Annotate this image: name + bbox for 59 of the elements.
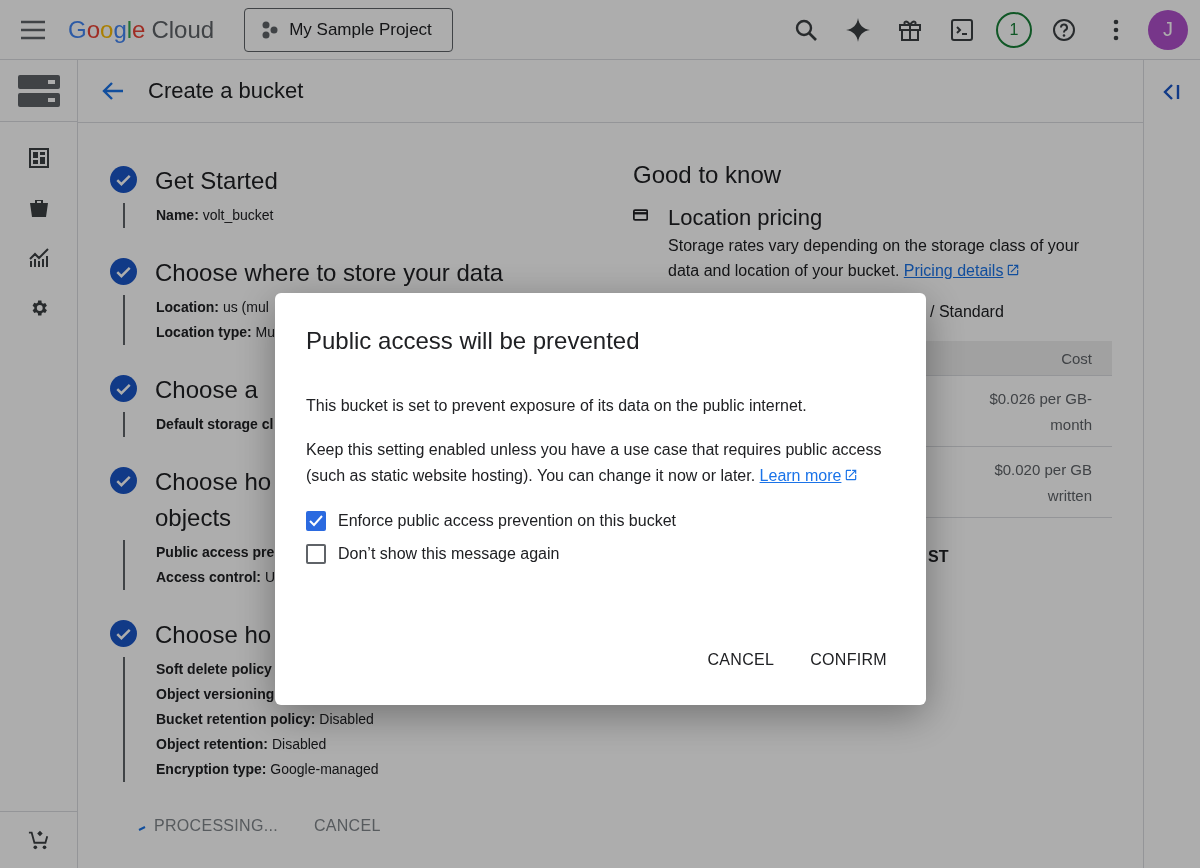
project-selector[interactable]: My Sample Project — [244, 7, 453, 52]
step-title: Choose ho — [155, 467, 272, 497]
check-circle-icon — [110, 258, 137, 285]
step-title: Choose ho — [155, 620, 272, 650]
step-detail: Location: us (mul — [156, 298, 269, 317]
menu-icon[interactable] — [20, 19, 46, 40]
table-cell-text: $0.020 per GB written — [993, 460, 1092, 506]
notification-badge[interactable]: 1 — [996, 11, 1032, 48]
checkbox-label: Enforce public access prevention on this bucket — [338, 512, 676, 530]
step-detail: Object retention: Disabled — [156, 735, 327, 754]
check-circle-icon — [110, 166, 137, 193]
checkbox[interactable] — [306, 544, 326, 564]
step-detail: Soft delete policy — [156, 660, 272, 679]
check-circle-icon — [110, 375, 137, 402]
cancel-button[interactable]: CANCEL — [699, 641, 783, 679]
total-label: ST — [927, 548, 950, 566]
step-title: objects — [155, 503, 232, 533]
user-avatar[interactable]: J — [1148, 9, 1188, 50]
cart-icon[interactable] — [27, 829, 50, 851]
column-header: Cost — [926, 341, 1112, 376]
table-cell-text: $0.026 per GB-month — [988, 389, 1092, 435]
step-detail: Location type: Mu — [156, 323, 275, 342]
dialog-title: Public access will be prevented — [306, 326, 641, 356]
dashboard-icon[interactable] — [28, 148, 49, 168]
check-circle-icon — [110, 620, 137, 647]
step-detail: Public access pre — [156, 543, 275, 562]
confirm-button[interactable]: CONFIRM — [802, 641, 895, 679]
bucket-icon[interactable] — [28, 198, 49, 218]
back-arrow-icon[interactable] — [102, 81, 124, 101]
pricing-summary: / Standard — [929, 303, 1005, 321]
step-detail: Bucket retention policy: Disabled — [156, 710, 374, 729]
description-text: Storage rates vary depending on the storage class of your data and location of your bucket. Pricing details — [668, 236, 1080, 281]
check-circle-icon — [110, 467, 137, 494]
dialog-text: This bucket is set to prevent exposure of its data on the public internet. — [306, 396, 808, 416]
processing-button[interactable]: PROCESSING... — [138, 817, 278, 835]
step-detail: Object versioning — [156, 685, 275, 704]
learn-more-link[interactable]: Learn more — [759, 467, 842, 484]
step-title: Get Started — [155, 166, 278, 196]
chart-icon[interactable] — [28, 248, 49, 268]
step-detail: Default storage cl — [156, 415, 274, 434]
step-title: Choose a — [155, 375, 258, 405]
cancel-button[interactable]: CANCEL — [313, 817, 381, 835]
page-title: Create a bucket — [148, 78, 304, 104]
step-detail: Access control: U — [156, 568, 276, 587]
checkbox-label: Don’t show this message again — [338, 545, 560, 563]
step-detail: Encryption type: Google-managed — [156, 760, 379, 779]
dialog-text: Keep this setting enabled unless you have a use case that requires public access (such as static website hosting). You can change it now or later. Learn more — [306, 440, 883, 486]
pricing-details-link[interactable]: Pricing details — [903, 262, 1004, 279]
external-link-icon — [1006, 263, 1021, 277]
step-title: Choose where to store your data — [155, 258, 504, 288]
brand-logo[interactable]: Google Cloud — [68, 15, 215, 44]
subsection-title: Location pricing — [668, 204, 824, 232]
section-heading: Good to know — [633, 160, 783, 190]
hexagons-icon — [261, 20, 280, 39]
collapse-panel-icon[interactable] — [1162, 82, 1182, 102]
checkbox[interactable] — [306, 511, 326, 531]
storage-icon[interactable] — [17, 74, 60, 107]
step-detail: Name: volt_bucket — [156, 206, 274, 225]
external-link-icon — [844, 468, 859, 482]
